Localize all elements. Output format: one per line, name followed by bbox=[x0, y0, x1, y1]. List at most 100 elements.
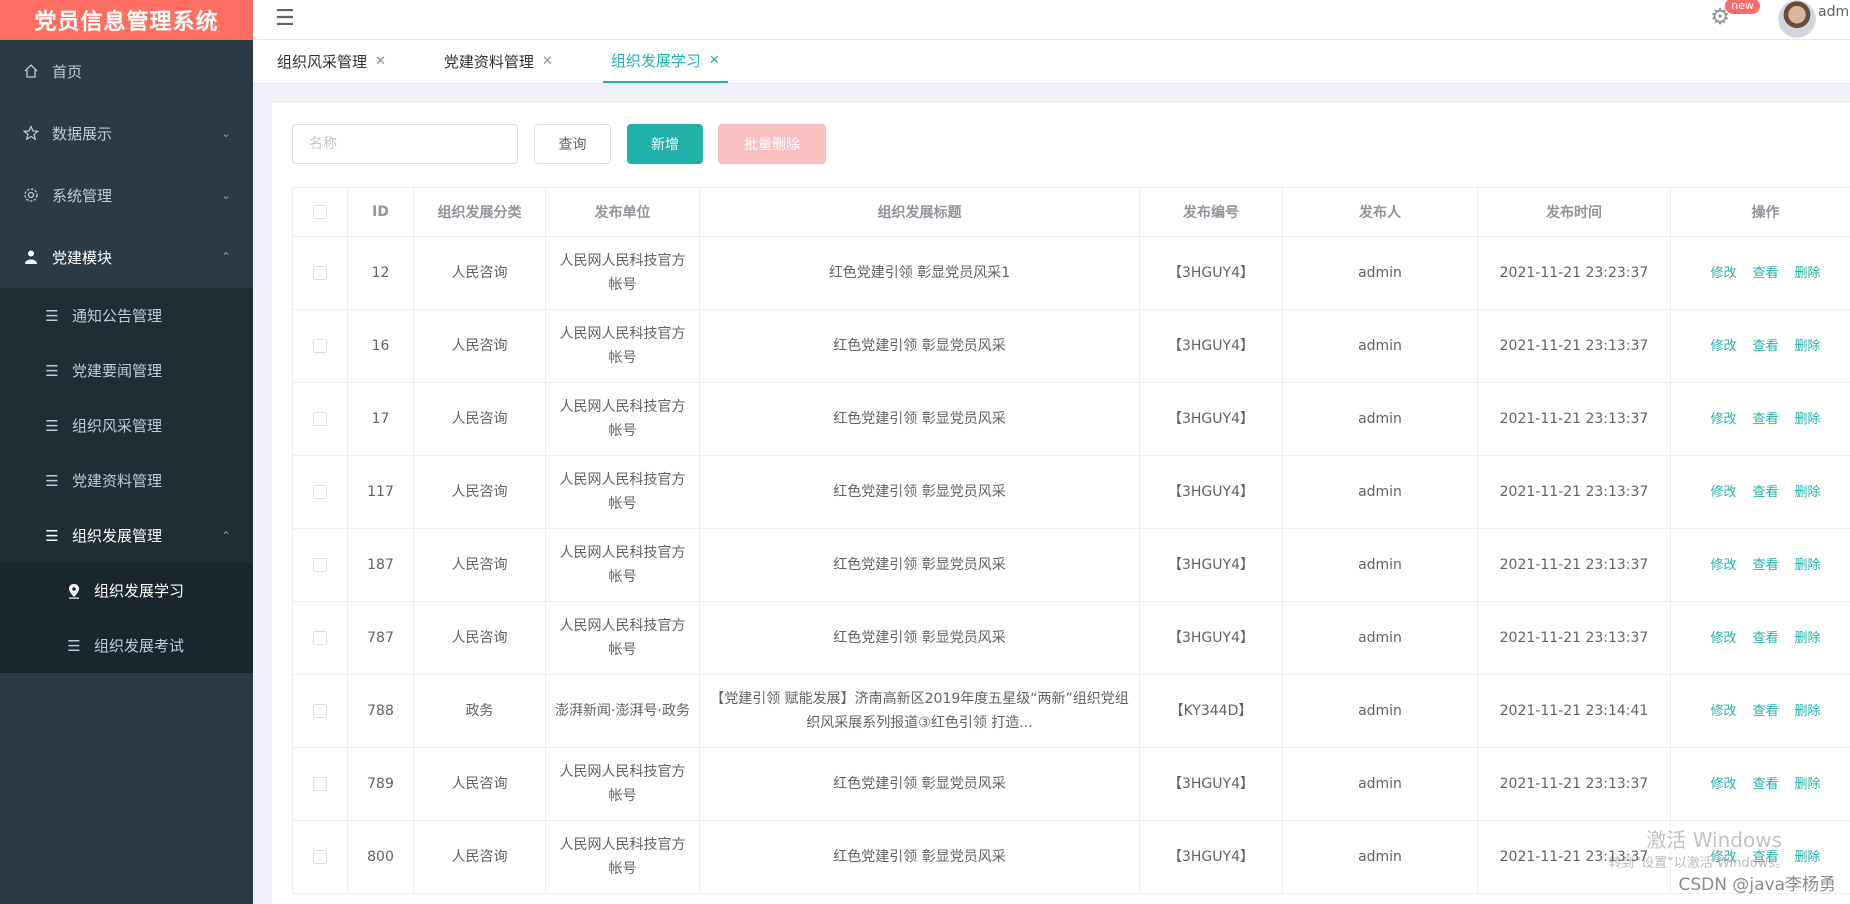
sidebar-item-news[interactable]: ☰ 党建要闻管理 bbox=[0, 343, 253, 398]
checkbox-cell[interactable] bbox=[292, 601, 348, 675]
edit-link[interactable]: 修改 bbox=[1710, 631, 1736, 646]
add-button[interactable]: 新增 bbox=[627, 124, 703, 164]
column-header: 发布人 bbox=[1282, 187, 1478, 237]
edit-link[interactable]: 修改 bbox=[1710, 704, 1736, 719]
row-checkbox[interactable] bbox=[313, 631, 327, 645]
search-input[interactable] bbox=[292, 124, 518, 164]
close-icon[interactable]: ✕ bbox=[542, 54, 553, 69]
row-checkbox[interactable] bbox=[313, 558, 327, 572]
delete-link[interactable]: 删除 bbox=[1795, 777, 1821, 792]
edit-link[interactable]: 修改 bbox=[1710, 777, 1736, 792]
checkbox-cell[interactable] bbox=[292, 528, 348, 602]
view-link[interactable]: 查看 bbox=[1752, 339, 1778, 354]
row-checkbox[interactable] bbox=[313, 266, 327, 280]
toolbar: 查询 新增 批量删除 bbox=[292, 124, 826, 164]
delete-link[interactable]: 删除 bbox=[1795, 631, 1821, 646]
delete-link[interactable]: 删除 bbox=[1795, 850, 1821, 865]
author-cell: admin bbox=[1282, 455, 1478, 529]
time-cell: 2021-11-21 23:13:37 bbox=[1477, 528, 1671, 602]
view-link[interactable]: 查看 bbox=[1752, 631, 1778, 646]
table-row: 12 人民咨询 人民网人民科技官方帐号 红色党建引领 彰显党员风采1 【3HGUY4】 a… bbox=[292, 236, 1850, 310]
row-checkbox[interactable] bbox=[313, 704, 327, 718]
list-icon: ☰ bbox=[45, 361, 59, 380]
category-cell: 人民咨询 bbox=[413, 455, 546, 529]
checkbox-cell[interactable] bbox=[292, 236, 348, 310]
code-cell: 【3HGUY4】 bbox=[1139, 309, 1283, 383]
view-link[interactable]: 查看 bbox=[1752, 777, 1778, 792]
sidebar-item-dev-exam[interactable]: ☰ 组织发展考试 bbox=[0, 618, 253, 673]
checkbox-cell[interactable] bbox=[292, 747, 348, 821]
sidebar-item-label: 组织发展学习 bbox=[94, 582, 185, 600]
delete-link[interactable]: 删除 bbox=[1795, 704, 1821, 719]
view-link[interactable]: 查看 bbox=[1752, 485, 1778, 500]
author-cell: admin bbox=[1282, 601, 1478, 675]
close-icon[interactable]: ✕ bbox=[375, 54, 386, 69]
sidebar-item-label: 组织发展管理 bbox=[72, 527, 163, 545]
sidebar-item-development[interactable]: ☰ 组织发展管理 ⌃ bbox=[0, 508, 253, 563]
sidebar-item-notice[interactable]: ☰ 通知公告管理 bbox=[0, 288, 253, 343]
title-cell: 红色党建引领 彰显党员风采 bbox=[699, 382, 1140, 456]
tab-materials-manage[interactable]: 党建资料管理 ✕ bbox=[436, 39, 561, 83]
edit-link[interactable]: 修改 bbox=[1710, 485, 1736, 500]
delete-link[interactable]: 删除 bbox=[1795, 339, 1821, 354]
checkbox-cell[interactable] bbox=[292, 820, 348, 894]
sidebar-item-style[interactable]: ☰ 组织风采管理 bbox=[0, 398, 253, 453]
star-icon bbox=[22, 124, 40, 142]
sidebar-item-label: 党建资料管理 bbox=[72, 472, 163, 490]
windows-watermark-sub: 转到“设置”以激活 Windows。 bbox=[1608, 856, 1788, 871]
close-icon[interactable]: ✕ bbox=[709, 53, 720, 68]
edit-link[interactable]: 修改 bbox=[1710, 412, 1736, 427]
edit-link[interactable]: 修改 bbox=[1710, 266, 1736, 281]
view-link[interactable]: 查看 bbox=[1752, 412, 1778, 427]
checkbox-cell[interactable] bbox=[292, 455, 348, 529]
edit-link[interactable]: 修改 bbox=[1710, 558, 1736, 573]
view-link[interactable]: 查看 bbox=[1752, 704, 1778, 719]
actions-cell: 修改 查看 删除 bbox=[1670, 236, 1850, 310]
code-cell: 【3HGUY4】 bbox=[1139, 528, 1283, 602]
author-cell: admin bbox=[1282, 382, 1478, 456]
list-icon: ☰ bbox=[45, 416, 59, 435]
delete-link[interactable]: 删除 bbox=[1795, 266, 1821, 281]
app-title: 党员信息管理系统 bbox=[0, 0, 253, 40]
hamburger-icon[interactable]: ☰ bbox=[275, 6, 295, 31]
row-checkbox[interactable] bbox=[313, 777, 327, 791]
column-header: 发布单位 bbox=[545, 187, 700, 237]
tab-dev-study[interactable]: 组织发展学习 ✕ bbox=[602, 39, 728, 83]
delete-link[interactable]: 删除 bbox=[1795, 412, 1821, 427]
list-icon: ☰ bbox=[45, 471, 59, 490]
tab-style-manage[interactable]: 组织风采管理 ✕ bbox=[269, 39, 394, 83]
avatar[interactable] bbox=[1778, 0, 1816, 38]
sidebar-item-system[interactable]: 系统管理 ⌄ bbox=[0, 164, 253, 226]
sidebar-item-party-module[interactable]: 党建模块 ⌃ bbox=[0, 226, 253, 288]
delete-link[interactable]: 删除 bbox=[1795, 485, 1821, 500]
row-checkbox[interactable] bbox=[313, 412, 327, 426]
batch-delete-button[interactable]: 批量删除 bbox=[718, 124, 826, 164]
view-link[interactable]: 查看 bbox=[1752, 558, 1778, 573]
checkbox-cell[interactable] bbox=[292, 382, 348, 456]
query-button[interactable]: 查询 bbox=[534, 124, 611, 164]
checkbox-cell[interactable] bbox=[292, 674, 348, 748]
sidebar-item-dev-study[interactable]: 组织发展学习 bbox=[0, 563, 253, 618]
row-checkbox[interactable] bbox=[313, 485, 327, 499]
view-link[interactable]: 查看 bbox=[1752, 266, 1778, 281]
select-all-checkbox[interactable] bbox=[313, 205, 327, 219]
list-icon: ☰ bbox=[45, 526, 59, 545]
category-cell: 人民咨询 bbox=[413, 747, 546, 821]
title-cell: 红色党建引领 彰显党员风采 bbox=[699, 820, 1140, 894]
sidebar-item-home[interactable]: 首页 bbox=[0, 40, 253, 102]
edit-link[interactable]: 修改 bbox=[1710, 339, 1736, 354]
row-checkbox[interactable] bbox=[313, 850, 327, 864]
table-row: 117 人民咨询 人民网人民科技官方帐号 红色党建引领 彰显党员风采 【3HGUY4】 a… bbox=[292, 455, 1850, 529]
title-cell: 红色党建引领 彰显党员风采 bbox=[699, 309, 1140, 383]
username[interactable]: admin bbox=[1818, 4, 1850, 20]
delete-link[interactable]: 删除 bbox=[1795, 558, 1821, 573]
category-cell: 人民咨询 bbox=[413, 601, 546, 675]
sidebar-item-materials[interactable]: ☰ 党建资料管理 bbox=[0, 453, 253, 508]
select-all-cell[interactable] bbox=[292, 187, 348, 237]
id-cell: 117 bbox=[347, 455, 414, 529]
id-cell: 187 bbox=[347, 528, 414, 602]
sidebar-item-data-display[interactable]: 数据展示 ⌄ bbox=[0, 102, 253, 164]
checkbox-cell[interactable] bbox=[292, 309, 348, 383]
unit-cell: 人民网人民科技官方帐号 bbox=[545, 236, 700, 310]
row-checkbox[interactable] bbox=[313, 339, 327, 353]
